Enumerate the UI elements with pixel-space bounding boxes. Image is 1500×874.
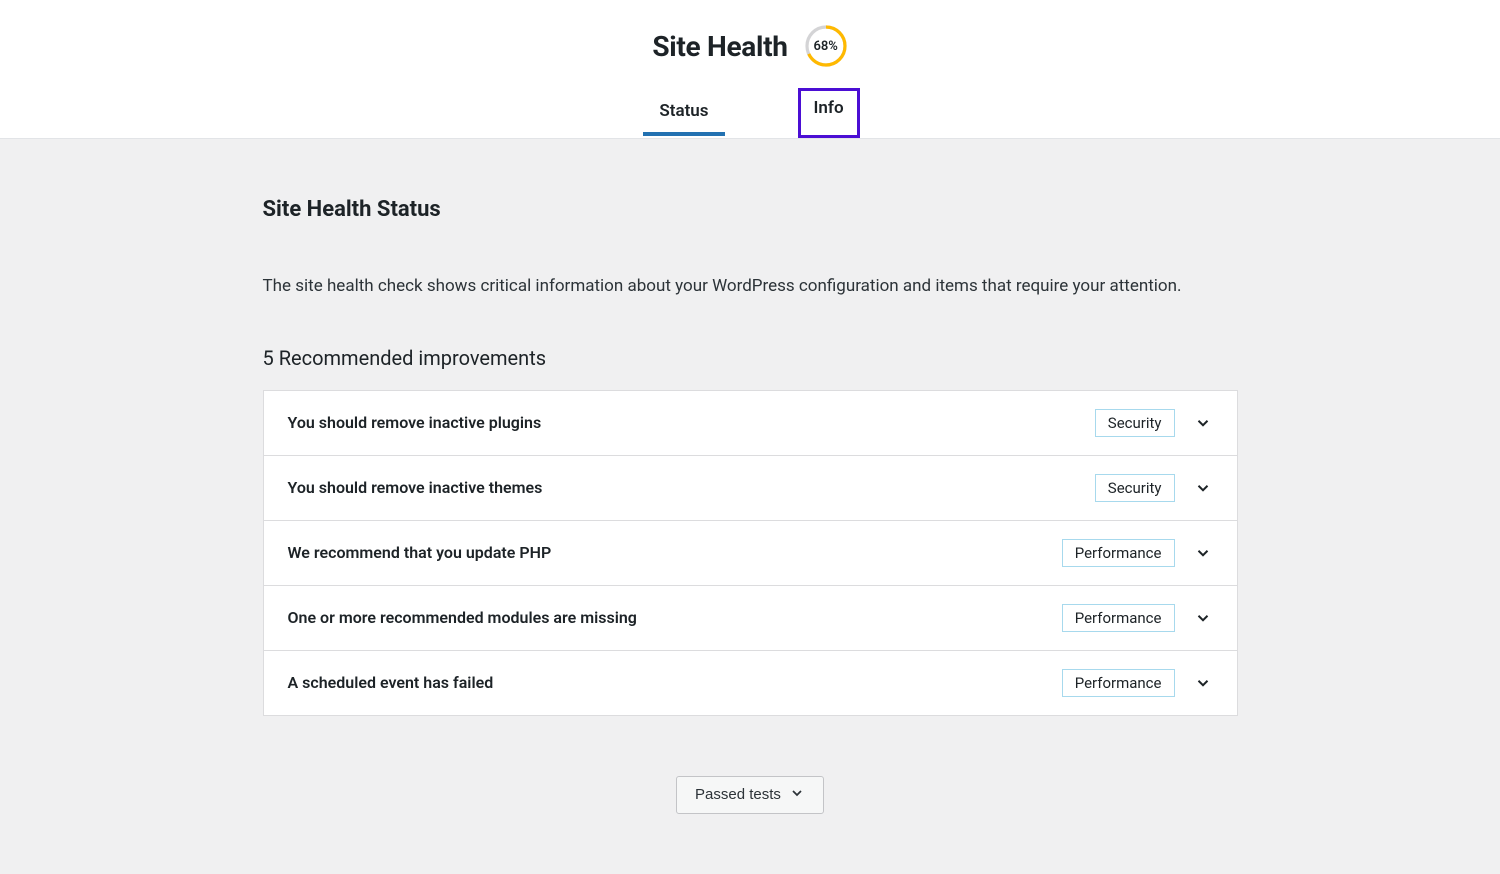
chevron-down-icon — [1193, 543, 1213, 563]
accordion-item-title: We recommend that you update PHP — [288, 543, 552, 562]
progress-percent-label: 68% — [804, 24, 848, 68]
passed-tests-row: Passed tests — [263, 776, 1238, 814]
section-title: Site Health Status — [263, 197, 1238, 222]
improvements-accordion: You should remove inactive plugins Secur… — [263, 390, 1238, 716]
badge-performance: Performance — [1062, 539, 1175, 567]
badge-security: Security — [1095, 409, 1175, 437]
passed-tests-label: Passed tests — [695, 786, 781, 803]
badge-performance: Performance — [1062, 604, 1175, 632]
tabs: Status Info — [0, 88, 1500, 138]
title-row: Site Health 68% — [0, 24, 1500, 88]
body-area: Site Health Status The site health check… — [0, 139, 1500, 874]
accordion-item-title: One or more recommended modules are miss… — [288, 608, 637, 627]
chevron-down-icon — [1193, 673, 1213, 693]
tab-status[interactable]: Status — [640, 88, 727, 138]
chevron-down-icon — [789, 785, 805, 805]
accordion-item-right: Performance — [1062, 539, 1213, 567]
content: Site Health Status The site health check… — [263, 197, 1238, 814]
accordion-item[interactable]: One or more recommended modules are miss… — [264, 586, 1237, 651]
page-title: Site Health — [652, 30, 787, 63]
chevron-down-icon — [1193, 478, 1213, 498]
progress-indicator: 68% — [804, 24, 848, 68]
badge-security: Security — [1095, 474, 1175, 502]
accordion-item[interactable]: You should remove inactive plugins Secur… — [264, 391, 1237, 456]
accordion-item-title: You should remove inactive themes — [288, 478, 543, 497]
accordion-item-right: Performance — [1062, 669, 1213, 697]
accordion-item[interactable]: We recommend that you update PHP Perform… — [264, 521, 1237, 586]
accordion-item-right: Security — [1095, 474, 1213, 502]
accordion-item-right: Security — [1095, 409, 1213, 437]
accordion-item-right: Performance — [1062, 604, 1213, 632]
accordion-item[interactable]: A scheduled event has failed Performance — [264, 651, 1237, 715]
chevron-down-icon — [1193, 608, 1213, 628]
chevron-down-icon — [1193, 413, 1213, 433]
improvements-title: 5 Recommended improvements — [263, 346, 1238, 370]
accordion-item-title: You should remove inactive plugins — [288, 413, 542, 432]
accordion-item-title: A scheduled event has failed — [288, 673, 494, 692]
passed-tests-button[interactable]: Passed tests — [676, 776, 824, 814]
header: Site Health 68% Status Info — [0, 0, 1500, 139]
tab-info[interactable]: Info — [798, 88, 860, 138]
accordion-item[interactable]: You should remove inactive themes Securi… — [264, 456, 1237, 521]
badge-performance: Performance — [1062, 669, 1175, 697]
description-text: The site health check shows critical inf… — [263, 274, 1238, 300]
